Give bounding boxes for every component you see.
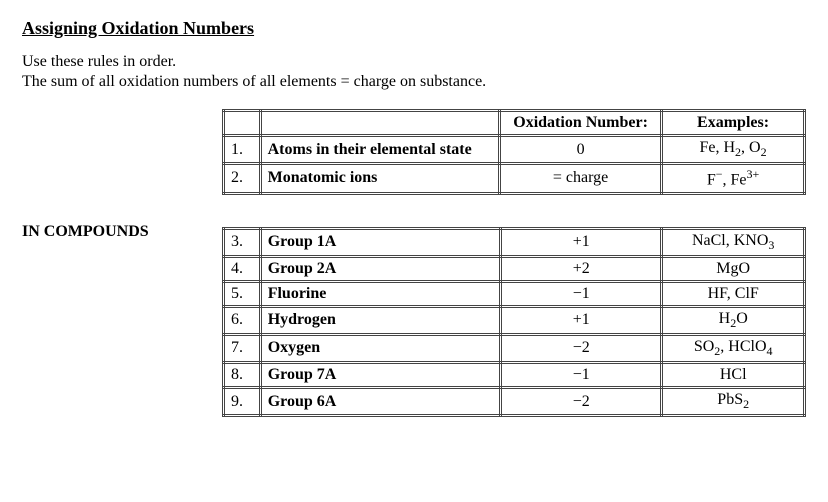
rules-table-2: 3.Group 1A+1NaCl, KNO34.Group 2A+2MgO5.F… — [222, 227, 806, 418]
oxidation-number: +1 — [501, 228, 662, 256]
example-cell: PbS2 — [662, 388, 805, 416]
rule-number: 2. — [224, 164, 261, 193]
example-cell: F−, Fe3+ — [662, 164, 805, 193]
intro-line-1: Use these rules in order. — [22, 53, 806, 71]
table-header-row: Oxidation Number: Examples: — [224, 111, 805, 136]
rule-description: Group 7A — [260, 363, 500, 388]
rule-number: 3. — [224, 228, 261, 256]
rule-description: Group 6A — [260, 388, 500, 416]
table-row: 6.Hydrogen+1H2O — [224, 306, 805, 334]
example-cell: HCl — [662, 363, 805, 388]
table-row: 2.Monatomic ions= chargeF−, Fe3+ — [224, 164, 805, 193]
example-cell: Fe, H2, O2 — [662, 136, 805, 164]
header-examples: Examples: — [662, 111, 805, 136]
oxidation-number: +1 — [501, 306, 662, 334]
rule-number: 6. — [224, 306, 261, 334]
header-blank-desc — [260, 111, 499, 136]
oxidation-number: −2 — [501, 388, 662, 416]
rule-number: 8. — [224, 363, 261, 388]
table-row: 9.Group 6A−2PbS2 — [224, 388, 805, 416]
rule-description: Fluorine — [260, 281, 500, 306]
rule-description: Atoms in their elemental state — [260, 136, 499, 164]
oxidation-number: −2 — [501, 334, 662, 362]
rule-number: 4. — [224, 256, 261, 281]
rule-description: Group 2A — [260, 256, 500, 281]
example-cell: H2O — [662, 306, 805, 334]
oxidation-number: −1 — [501, 281, 662, 306]
intro-line-2: The sum of all oxidation numbers of all … — [22, 73, 806, 91]
rule-description: Group 1A — [260, 228, 500, 256]
rule-number: 7. — [224, 334, 261, 362]
rules-table-1: Oxidation Number: Examples: 1.Atoms in t… — [222, 109, 806, 195]
header-blank-num — [224, 111, 261, 136]
rule-number: 1. — [224, 136, 261, 164]
page-title: Assigning Oxidation Numbers — [22, 18, 806, 39]
oxidation-number: +2 — [501, 256, 662, 281]
table-row: 1.Atoms in their elemental state0Fe, H2,… — [224, 136, 805, 164]
table-row: 4.Group 2A+2MgO — [224, 256, 805, 281]
header-oxidation: Oxidation Number: — [500, 111, 662, 136]
rule-number: 9. — [224, 388, 261, 416]
example-cell: HF, ClF — [662, 281, 805, 306]
oxidation-number: 0 — [500, 136, 662, 164]
rule-description: Monatomic ions — [260, 164, 499, 193]
oxidation-number: = charge — [500, 164, 662, 193]
table-row: 5.Fluorine−1HF, ClF — [224, 281, 805, 306]
rule-description: Hydrogen — [260, 306, 500, 334]
rule-description: Oxygen — [260, 334, 500, 362]
example-cell: SO2, HClO4 — [662, 334, 805, 362]
example-cell: MgO — [662, 256, 805, 281]
table-row: 3.Group 1A+1NaCl, KNO3 — [224, 228, 805, 256]
rule-number: 5. — [224, 281, 261, 306]
example-cell: NaCl, KNO3 — [662, 228, 805, 256]
oxidation-number: −1 — [501, 363, 662, 388]
table-row: 8.Group 7A−1HCl — [224, 363, 805, 388]
table-row: 7.Oxygen−2SO2, HClO4 — [224, 334, 805, 362]
